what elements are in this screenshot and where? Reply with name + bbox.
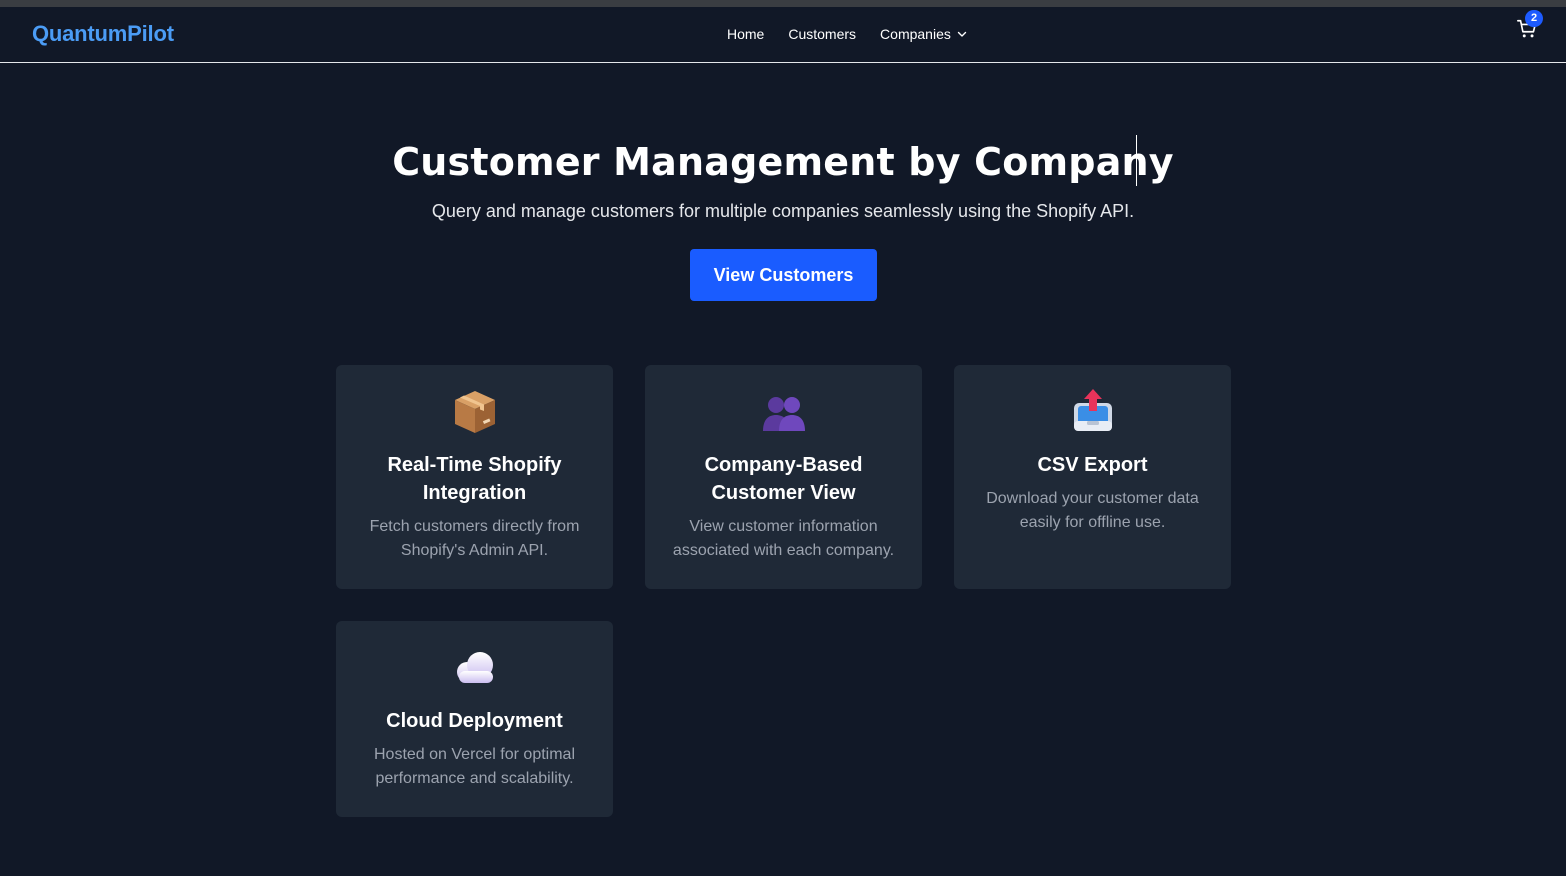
feature-title: Real-Time Shopify Integration bbox=[387, 454, 562, 504]
browser-top-strip bbox=[0, 0, 1566, 7]
feature-title: Company-Based Customer View bbox=[704, 454, 863, 504]
hero-subtitle: Query and manage customers for multiple … bbox=[431, 201, 1135, 221]
nav-link-home[interactable]: Home bbox=[727, 26, 764, 42]
nav-links: Home Customers Companies bbox=[727, 26, 967, 42]
navbar: QuantumPilot Home Customers Companies bbox=[0, 7, 1566, 63]
cloud-icon bbox=[456, 652, 493, 683]
feature-description: View customer information associated wit… bbox=[672, 518, 895, 559]
feature-description: Download your customer data easily for o… bbox=[986, 490, 1199, 531]
people-icon bbox=[762, 397, 805, 431]
nav-dropdown-label: Companies bbox=[880, 26, 951, 42]
nav-dropdown-companies[interactable]: Companies bbox=[880, 26, 967, 42]
feature-card-company-view: Company-Based Customer View View custome… bbox=[645, 365, 922, 589]
cart-count-badge: 2 bbox=[1525, 10, 1543, 27]
brand-logo[interactable]: QuantumPilot bbox=[32, 21, 174, 47]
nav-link-customers[interactable]: Customers bbox=[788, 26, 856, 42]
text-cursor bbox=[1136, 135, 1137, 186]
feature-title: Cloud Deployment bbox=[386, 710, 563, 732]
feature-card-csv-export: CSV Export Download your customer data e… bbox=[954, 365, 1231, 589]
outbox-tray-icon bbox=[1073, 389, 1112, 431]
feature-title: CSV Export bbox=[1037, 454, 1148, 476]
feature-description: Fetch customers directly from Shopify's … bbox=[369, 518, 580, 559]
feature-card-cloud-deployment: Cloud Deployment Hosted on Vercel for op… bbox=[336, 621, 613, 817]
view-customers-button[interactable]: View Customers bbox=[690, 249, 877, 301]
chevron-down-icon bbox=[957, 31, 967, 37]
feature-description: Hosted on Vercel for optimal performance… bbox=[374, 746, 575, 787]
feature-card-shopify-integration: Real-Time Shopify Integration Fetch cust… bbox=[336, 365, 613, 589]
hero-title: Customer Management by Company bbox=[392, 140, 1174, 184]
package-icon bbox=[454, 391, 495, 433]
